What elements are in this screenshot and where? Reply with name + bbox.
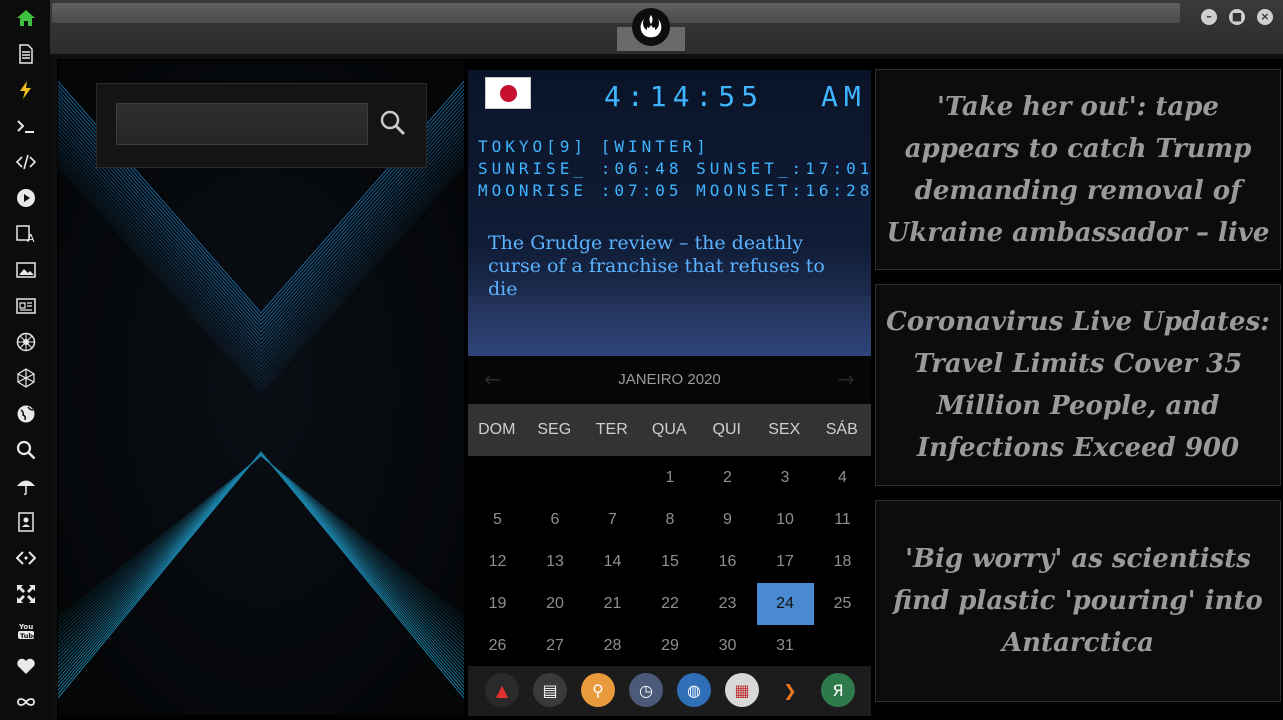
- weekday-label: QUA: [651, 421, 687, 438]
- calendar-day-today[interactable]: 24: [756, 583, 814, 625]
- calendar-day[interactable]: 3: [757, 457, 814, 499]
- newspaper-icon[interactable]: ▤: [533, 673, 567, 707]
- sidebar: A You Tube: [0, 0, 50, 720]
- news-icon[interactable]: [13, 293, 39, 319]
- calendar-app-icon[interactable]: ▦: [725, 673, 759, 707]
- calendar-day[interactable]: 13: [527, 541, 584, 583]
- svg-text:Tube: Tube: [20, 632, 36, 640]
- calendar-day[interactable]: 26: [469, 625, 526, 667]
- minimize-icon[interactable]: –: [1201, 9, 1217, 25]
- lightning-icon[interactable]: [13, 77, 39, 103]
- address-bar[interactable]: [52, 3, 1180, 23]
- calendar-day[interactable]: 2: [699, 457, 756, 499]
- svg-text:A: A: [27, 232, 35, 244]
- news-card[interactable]: Coronavirus Live Updates: Travel Limits …: [875, 284, 1281, 486]
- calendar-day[interactable]: 30: [699, 625, 756, 667]
- calendar-day[interactable]: 22: [642, 583, 699, 625]
- weekday-label: QUI: [712, 421, 741, 438]
- clock-time: 4:14:55: [604, 80, 765, 113]
- weekday-label: SEX: [768, 421, 801, 438]
- document-icon[interactable]: [13, 41, 39, 67]
- news-headline: 'Take her out': tape appears to catch Tr…: [886, 91, 1270, 248]
- calendar-day[interactable]: 27: [527, 625, 584, 667]
- maximize-icon[interactable]: ■: [1229, 9, 1245, 25]
- clock-city: TOKYO[9] [WINTER]: [478, 137, 710, 156]
- calendar-day[interactable]: 29: [642, 625, 699, 667]
- play-icon[interactable]: [13, 185, 39, 211]
- weekday-label: SEG: [537, 421, 572, 438]
- globe-icon[interactable]: [13, 401, 39, 427]
- clock-app-icon[interactable]: ◷: [629, 673, 663, 707]
- image-icon[interactable]: [13, 257, 39, 283]
- calendar-day[interactable]: 12: [469, 541, 526, 583]
- weekday-label: DOM: [478, 421, 516, 438]
- infinity-icon[interactable]: [13, 689, 39, 715]
- youtube-icon[interactable]: You Tube: [13, 617, 39, 643]
- arrow-app-icon[interactable]: ❯: [773, 673, 807, 707]
- globe-app-icon[interactable]: ◍: [677, 673, 711, 707]
- calendar-day[interactable]: 8: [642, 499, 699, 541]
- calendar-day[interactable]: 5: [469, 499, 526, 541]
- news-headline: Coronavirus Live Updates: Travel Limits …: [886, 307, 1270, 463]
- app-red-icon[interactable]: ▲: [485, 673, 519, 707]
- clock-headline-link[interactable]: The Grudge review – the deathly curse of…: [488, 232, 860, 301]
- calendar-day[interactable]: 14: [584, 541, 641, 583]
- calendar-day[interactable]: 4: [814, 457, 871, 499]
- calendar-day[interactable]: 18: [814, 541, 871, 583]
- translate-icon[interactable]: A: [13, 221, 39, 247]
- calendar-day[interactable]: 6: [527, 499, 584, 541]
- expand-icon[interactable]: [13, 581, 39, 607]
- rebel-alliance-icon[interactable]: [632, 8, 670, 46]
- calendar-day[interactable]: 19: [469, 583, 526, 625]
- clock-moon-times: MOONRISE :07:05 MOONSET:16:28: [478, 181, 874, 200]
- close-icon[interactable]: ×: [1257, 9, 1273, 25]
- calendar-day[interactable]: 20: [527, 583, 584, 625]
- search-button[interactable]: [376, 106, 410, 140]
- calendar-day[interactable]: 23: [699, 583, 756, 625]
- code-brackets-icon[interactable]: [13, 545, 39, 571]
- contacts-icon[interactable]: [13, 509, 39, 535]
- calendar-day[interactable]: 9: [699, 499, 756, 541]
- calendar-day[interactable]: 15: [642, 541, 699, 583]
- calendar-day[interactable]: 31: [757, 625, 814, 667]
- weekday-label: SÁB: [825, 421, 858, 438]
- news-headline: 'Big worry' as scientists find plastic '…: [893, 544, 1263, 658]
- calendar-day[interactable]: 7: [584, 499, 641, 541]
- search-input[interactable]: [116, 103, 368, 145]
- weekday-label: TER: [595, 421, 628, 438]
- terminal-icon[interactable]: [13, 113, 39, 139]
- heart-icon[interactable]: [13, 653, 39, 679]
- calendar-title: JANEIRO 2020: [618, 371, 721, 388]
- calendar-day[interactable]: 25: [814, 583, 871, 625]
- calendar-day[interactable]: 10: [757, 499, 814, 541]
- japan-flag-icon[interactable]: [485, 77, 531, 109]
- app-dock: [468, 666, 871, 716]
- calendar-day[interactable]: 11: [814, 499, 871, 541]
- calendar-day[interactable]: 21: [584, 583, 641, 625]
- yandex-app-icon[interactable]: Я: [821, 673, 855, 707]
- empire-icon[interactable]: [13, 329, 39, 355]
- magnifier-icon: [380, 110, 406, 136]
- news-card[interactable]: 'Big worry' as scientists find plastic '…: [875, 500, 1281, 702]
- search-icon[interactable]: [13, 437, 39, 463]
- code-icon[interactable]: [13, 149, 39, 175]
- home-icon[interactable]: [13, 5, 39, 31]
- hexagon-icon[interactable]: [13, 365, 39, 391]
- calendar-day[interactable]: 16: [699, 541, 756, 583]
- clock-strip: [468, 296, 871, 356]
- clock-ampm: AM: [821, 80, 867, 113]
- clock-sun-times: SUNRISE_ :06:48 SUNSET_:17:01: [478, 159, 874, 178]
- calendar-day[interactable]: 28: [584, 625, 641, 667]
- calendar-weekday-row: DOM SEG TER QUA QUI SEX SÁB: [468, 404, 871, 456]
- svg-text:You: You: [18, 623, 33, 631]
- calendar-day[interactable]: 17: [757, 541, 814, 583]
- umbrella-icon[interactable]: [13, 473, 39, 499]
- search-app-icon[interactable]: ⚲: [581, 673, 615, 707]
- news-card[interactable]: 'Take her out': tape appears to catch Tr…: [875, 69, 1281, 270]
- calendar-day[interactable]: 1: [642, 457, 699, 499]
